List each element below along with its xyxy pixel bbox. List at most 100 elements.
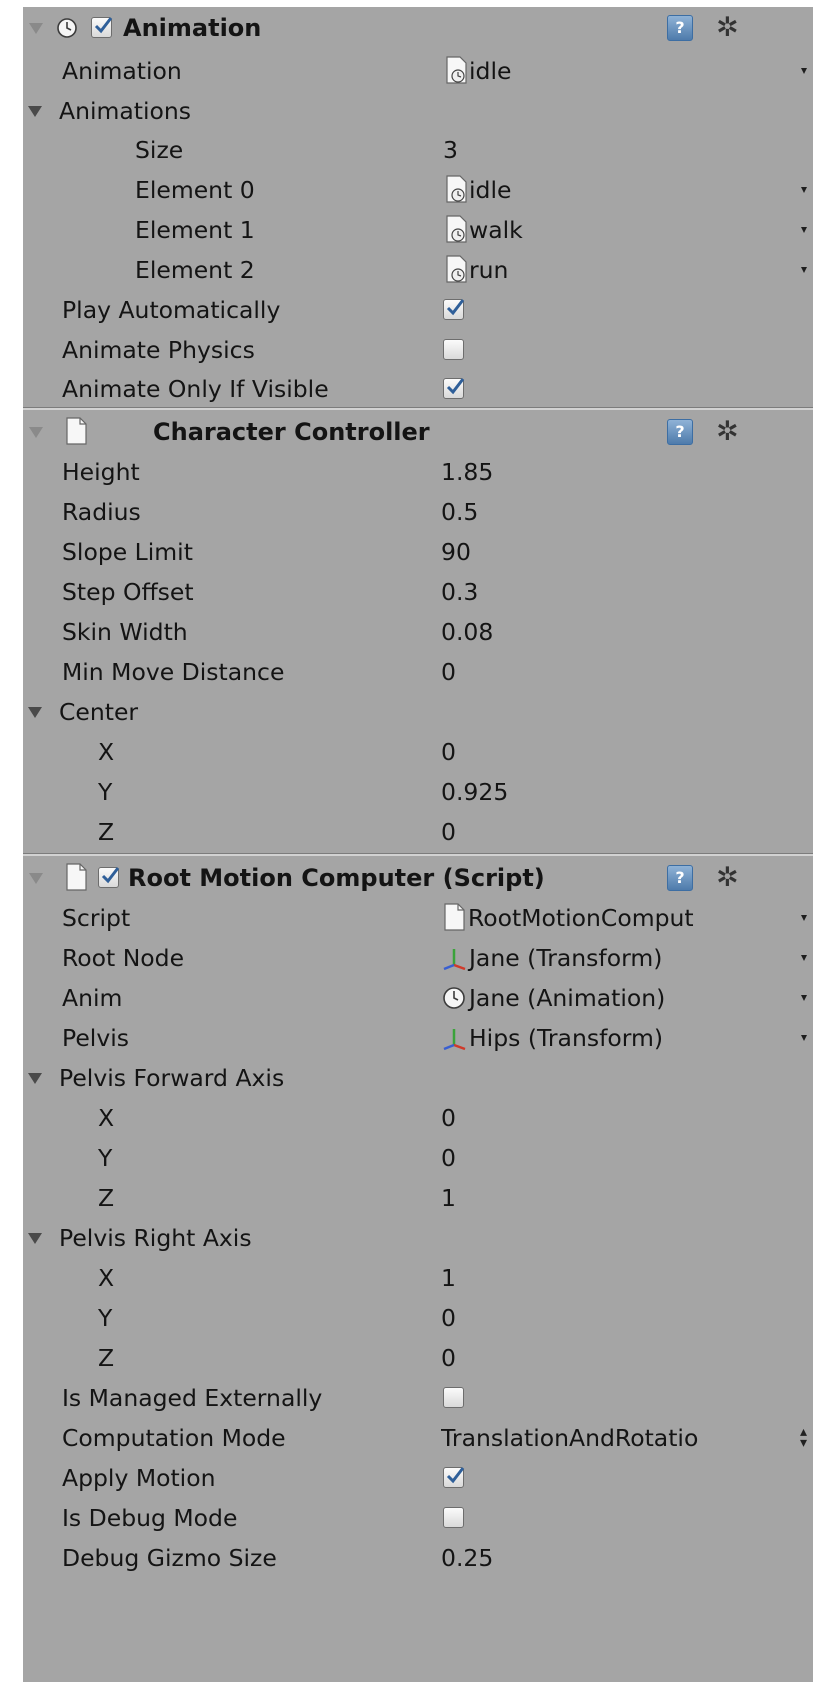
element-value[interactable]: run: [469, 249, 508, 291]
help-book-icon[interactable]: ?: [667, 419, 693, 445]
field-label: Step Offset: [62, 578, 194, 606]
field-label: Root Node: [62, 944, 185, 972]
field-label: Is Managed Externally: [62, 1384, 323, 1412]
play-automatically-checkbox[interactable]: [443, 299, 465, 320]
dropdown-arrow-icon[interactable]: [801, 267, 807, 273]
pelvis-forward-axis-foldout[interactable]: Pelvis Forward Axis: [23, 1057, 813, 1099]
field-label: Pelvis Right Axis: [59, 1224, 252, 1252]
foldout-arrow-icon[interactable]: [29, 427, 43, 438]
dropdown-arrow-icon[interactable]: [801, 955, 807, 961]
height-field: Height 1.85: [23, 451, 813, 493]
pelvis-forward-z-value[interactable]: 1: [441, 1177, 456, 1219]
height-value[interactable]: 1.85: [441, 451, 493, 493]
foldout-arrow-icon[interactable]: [28, 707, 42, 718]
inspector-panel: Animation ? ✲ Animation idle Animations …: [23, 7, 813, 1682]
animation-clip-value[interactable]: idle: [469, 50, 511, 92]
gear-icon[interactable]: ✲: [716, 11, 750, 45]
animation-clock-icon: [57, 18, 77, 38]
root-motion-header[interactable]: Root Motion Computer (Script) ? ✲: [23, 857, 813, 899]
dropdown-arrow-icon[interactable]: [801, 1035, 807, 1041]
foldout-arrow-icon[interactable]: [29, 23, 43, 34]
pelvis-field: Pelvis Hips (Transform): [23, 1017, 813, 1059]
animate-only-if-visible-checkbox[interactable]: [443, 378, 465, 399]
center-y-value[interactable]: 0.925: [441, 771, 508, 813]
root-motion-enabled-checkbox[interactable]: [98, 867, 120, 888]
field-label: Animate Only If Visible: [62, 375, 329, 403]
pelvis-forward-x-value[interactable]: 0: [441, 1097, 456, 1139]
animation-clip-field: Animation idle: [23, 50, 813, 92]
radius-value[interactable]: 0.5: [441, 491, 478, 533]
min-move-distance-value[interactable]: 0: [441, 651, 456, 693]
field-label: Y: [98, 778, 113, 806]
field-label: Radius: [62, 498, 141, 526]
dropdown-arrow-icon[interactable]: [801, 68, 807, 74]
debug-gizmo-size-value[interactable]: 0.25: [441, 1537, 493, 1579]
center-x-field: X 0: [23, 731, 813, 773]
center-y-field: Y 0.925: [23, 771, 813, 813]
skin-width-value[interactable]: 0.08: [441, 611, 493, 653]
skin-width-field: Skin Width 0.08: [23, 611, 813, 653]
slope-limit-field: Slope Limit 90: [23, 531, 813, 573]
animation-clock-icon: [443, 987, 465, 1009]
character-controller-header[interactable]: Character Controller ? ✲: [23, 411, 813, 453]
pelvis-right-axis-foldout[interactable]: Pelvis Right Axis: [23, 1217, 813, 1259]
script-value[interactable]: RootMotionComput: [468, 897, 798, 939]
center-x-value[interactable]: 0: [441, 731, 456, 773]
dropdown-updown-icon[interactable]: ▴ ▾: [800, 1425, 807, 1450]
check-icon: [446, 378, 465, 395]
pelvis-right-x-value[interactable]: 1: [441, 1257, 456, 1299]
animation-clip-icon: [446, 56, 467, 84]
dropdown-arrow-icon[interactable]: [801, 187, 807, 193]
field-label: Z: [98, 1184, 115, 1212]
dropdown-arrow-icon[interactable]: [801, 227, 807, 233]
dropdown-arrow-icon[interactable]: [801, 915, 807, 921]
computation-mode-field: Computation Mode TranslationAndRotatio ▴…: [23, 1417, 813, 1459]
pelvis-value[interactable]: Hips (Transform): [469, 1017, 663, 1059]
pelvis-right-z-value[interactable]: 0: [441, 1337, 456, 1379]
field-label: Slope Limit: [62, 538, 193, 566]
pelvis-forward-x-field: X 0: [23, 1097, 813, 1139]
field-label: Animate Physics: [62, 336, 255, 364]
field-label: Debug Gizmo Size: [62, 1544, 277, 1572]
dropdown-arrow-icon[interactable]: [801, 995, 807, 1001]
root-motion-title: Root Motion Computer (Script): [128, 864, 545, 892]
help-book-icon[interactable]: ?: [667, 865, 693, 891]
animation-enabled-checkbox[interactable]: [91, 17, 113, 38]
pelvis-right-y-value[interactable]: 0: [441, 1297, 456, 1339]
computation-mode-dropdown[interactable]: TranslationAndRotatio: [441, 1417, 799, 1459]
foldout-arrow-icon[interactable]: [29, 873, 43, 884]
apply-motion-checkbox[interactable]: [443, 1467, 465, 1488]
root-motion-component: Root Motion Computer (Script) ? ✲ Script…: [23, 857, 813, 1682]
pelvis-forward-y-value[interactable]: 0: [441, 1137, 456, 1179]
apply-motion-field: Apply Motion: [23, 1457, 813, 1499]
field-label: X: [98, 1104, 115, 1132]
field-label: Y: [98, 1304, 113, 1332]
gear-icon[interactable]: ✲: [716, 861, 750, 895]
slope-limit-value[interactable]: 90: [441, 531, 471, 573]
element-value[interactable]: idle: [469, 169, 511, 211]
is-debug-mode-checkbox[interactable]: [443, 1507, 464, 1528]
center-z-value[interactable]: 0: [441, 811, 456, 853]
field-label: Height: [62, 458, 140, 486]
min-move-distance-field: Min Move Distance 0: [23, 651, 813, 693]
foldout-arrow-icon[interactable]: [28, 1073, 42, 1084]
animations-foldout[interactable]: Animations: [23, 90, 813, 132]
animate-physics-checkbox[interactable]: [443, 339, 464, 360]
element-1-field: Element 1 walk: [23, 209, 813, 251]
size-value[interactable]: 3: [443, 129, 458, 171]
gear-icon[interactable]: ✲: [716, 415, 750, 449]
root-node-value[interactable]: Jane (Transform): [469, 937, 662, 979]
help-book-icon[interactable]: ?: [667, 15, 693, 41]
foldout-arrow-icon[interactable]: [28, 106, 42, 117]
field-label: Apply Motion: [62, 1464, 216, 1492]
is-managed-externally-checkbox[interactable]: [443, 1387, 464, 1408]
element-value[interactable]: walk: [469, 209, 523, 251]
step-offset-value[interactable]: 0.3: [441, 571, 478, 613]
foldout-arrow-icon[interactable]: [28, 1233, 42, 1244]
anim-value[interactable]: Jane (Animation): [469, 977, 665, 1019]
field-label: Size: [135, 136, 184, 164]
field-label: Animation: [62, 57, 182, 85]
center-foldout[interactable]: Center: [23, 691, 813, 733]
character-controller-title: Character Controller: [153, 418, 430, 446]
animation-header[interactable]: Animation ? ✲: [23, 7, 813, 49]
